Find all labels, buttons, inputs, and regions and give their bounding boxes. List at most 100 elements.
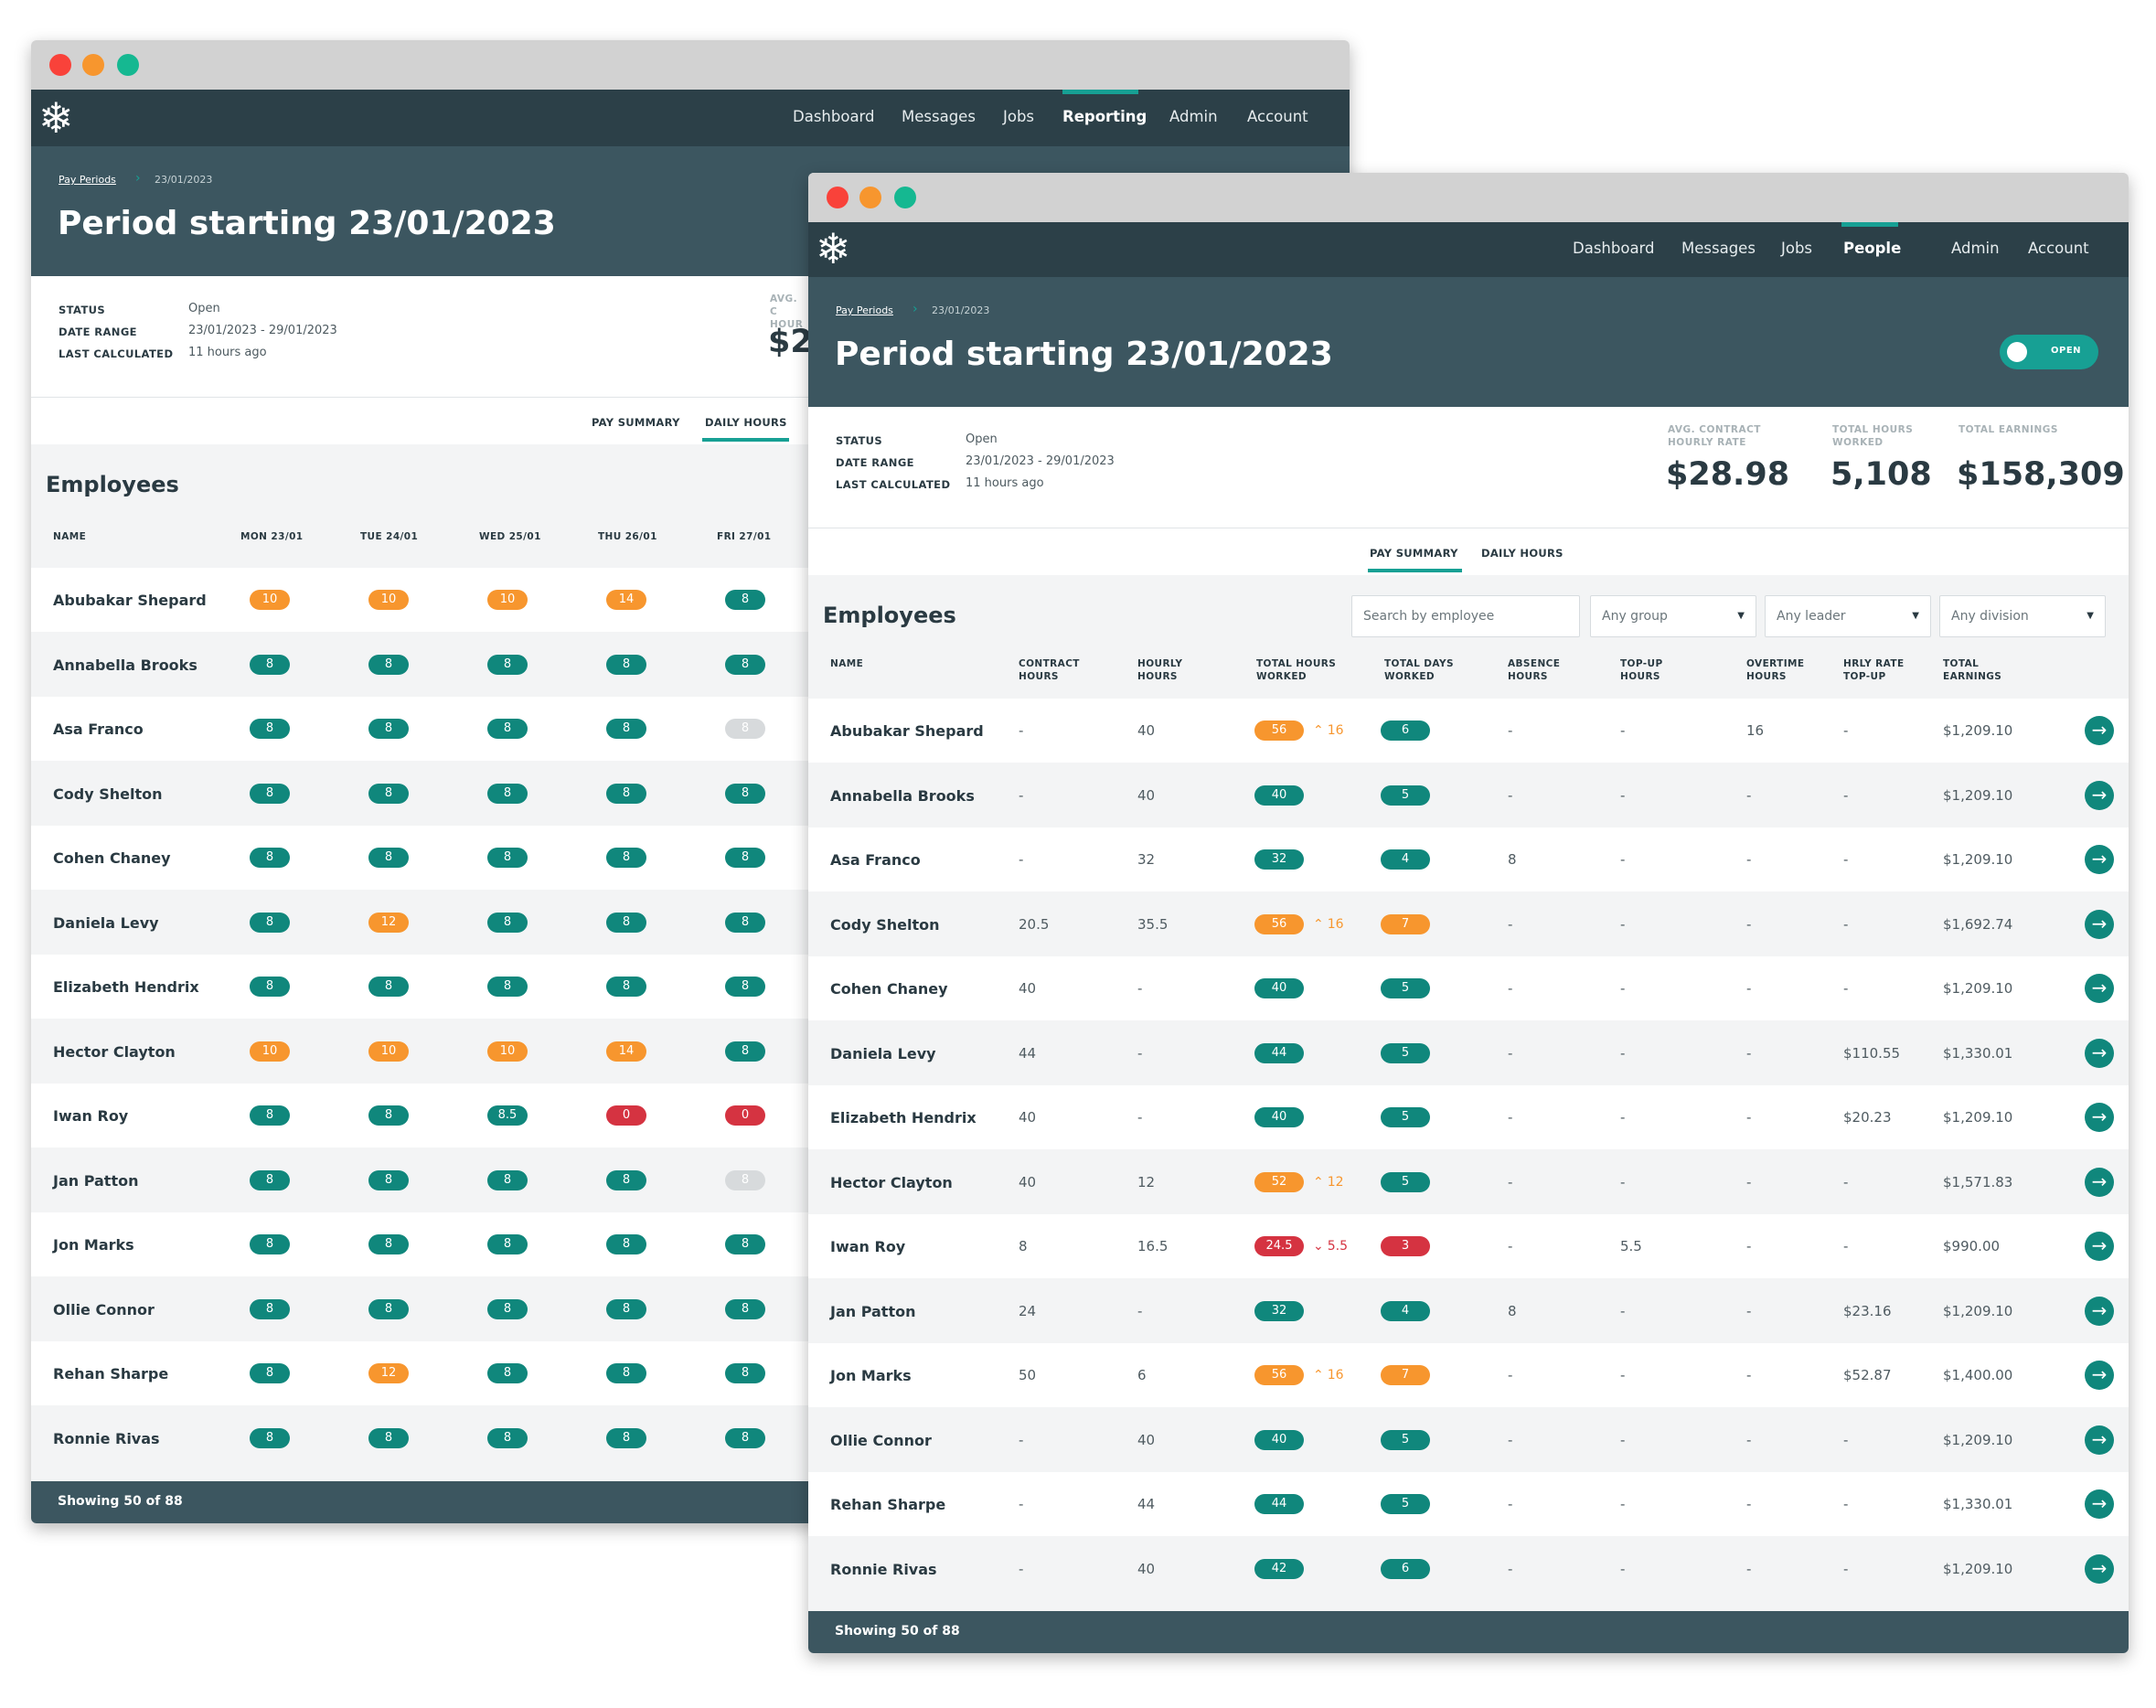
arrow-right-circle-icon[interactable]: → (2085, 1489, 2114, 1519)
snowflake-icon[interactable]: ❄ (816, 228, 851, 270)
employee-name[interactable]: Ollie Connor (53, 1301, 155, 1318)
nav-reporting[interactable]: Reporting (1062, 108, 1147, 125)
employee-name[interactable]: Elizabeth Hendrix (830, 1109, 977, 1126)
employee-name[interactable]: Cody Shelton (53, 785, 162, 803)
employee-name[interactable]: Ronnie Rivas (830, 1561, 937, 1578)
arrow-right-circle-icon[interactable]: → (2085, 716, 2114, 745)
group-select[interactable]: Any group ▼ (1590, 595, 1756, 637)
breadcrumb-pay-periods[interactable]: Pay Periods (59, 174, 116, 186)
breadcrumb-pay-periods[interactable]: Pay Periods (836, 304, 893, 316)
rate-topup: - (1843, 1431, 1849, 1448)
snowflake-icon[interactable]: ❄ (38, 97, 74, 139)
nav-messages[interactable]: Messages (1681, 240, 1756, 257)
tab-daily-hours[interactable]: DAILY HOURS (1481, 547, 1564, 560)
arrow-right-circle-icon[interactable]: → (2085, 1167, 2114, 1197)
employee-name[interactable]: Daniela Levy (53, 914, 159, 932)
employee-name[interactable]: Hector Clayton (53, 1043, 176, 1061)
employee-name[interactable]: Jan Patton (830, 1303, 915, 1320)
employee-name[interactable]: Cohen Chaney (53, 849, 171, 867)
table-row[interactable]: Ollie Connor - 40 40 5 - - - - $1,209.10 → (808, 1408, 2129, 1472)
nav-messages[interactable]: Messages (902, 108, 976, 125)
close-window-button[interactable] (827, 187, 849, 208)
last-calculated-value: 11 hours ago (966, 476, 1044, 490)
contract-hours: 20.5 (1019, 915, 1050, 933)
employee-name[interactable]: Asa Franco (830, 851, 921, 869)
table-row[interactable]: Daniela Levy 44 - 44 5 - - - $110.55 $1,330.01 → (808, 1021, 2129, 1085)
employee-name[interactable]: Daniela Levy (830, 1045, 936, 1062)
employee-name[interactable]: Annabella Brooks (830, 787, 975, 805)
nav-active-indicator (1841, 222, 1898, 227)
employee-name[interactable]: Ronnie Rivas (53, 1430, 160, 1447)
table-row[interactable]: Ronnie Rivas - 40 42 6 - - - - $1,209.10 → (808, 1537, 2129, 1601)
nav-account[interactable]: Account (2028, 240, 2089, 257)
maximize-window-button[interactable] (894, 187, 916, 208)
tab-pay-summary[interactable]: PAY SUMMARY (592, 416, 680, 429)
arrow-right-circle-icon[interactable]: → (2085, 1296, 2114, 1326)
search-input[interactable]: Search by employee (1351, 595, 1580, 637)
nav-jobs[interactable]: Jobs (1781, 240, 1812, 257)
minimize-window-button[interactable] (82, 54, 104, 76)
employee-name[interactable]: Abubakar Shepard (53, 592, 207, 609)
division-select[interactable]: Any division ▼ (1939, 595, 2106, 637)
employee-name[interactable]: Annabella Brooks (53, 657, 197, 674)
column-header: THU 26/01 (598, 531, 657, 542)
employee-name[interactable]: Iwan Roy (53, 1107, 128, 1125)
table-row[interactable]: Asa Franco - 32 32 4 8 - - - $1,209.10 → (808, 827, 2129, 891)
period-open-toggle[interactable]: OPEN (2000, 335, 2098, 369)
page-header: Pay Periods › 23/01/2023 Period starting… (808, 277, 2129, 407)
table-row[interactable]: Cody Shelton 20.5 35.5 56 ⌃ 16 7 - - - - $1,692.74 → (808, 892, 2129, 956)
employee-name[interactable]: Elizabeth Hendrix (53, 978, 199, 996)
employee-name[interactable]: Rehan Sharpe (830, 1496, 945, 1513)
employee-name[interactable]: Cody Shelton (830, 916, 939, 934)
hours-pill: 8 (368, 719, 409, 739)
table-row[interactable]: Jan Patton 24 - 32 4 8 - - $23.16 $1,209.10 → (808, 1279, 2129, 1343)
table-row[interactable]: Iwan Roy 8 16.5 24.5 ⌄ 5.5 3-5.5- - $990.00 → (808, 1214, 2129, 1278)
employee-name[interactable]: Abubakar Shepard (830, 722, 984, 740)
arrow-right-circle-icon[interactable]: → (2085, 780, 2114, 810)
table-row[interactable]: Abubakar Shepard -40 56 ⌃ 16 6- -16- $1,209.10 → (808, 699, 2129, 763)
employee-name[interactable]: Jan Patton (53, 1172, 138, 1190)
employee-name[interactable]: Jon Marks (830, 1367, 912, 1384)
hours-pill: 8 (487, 1363, 528, 1383)
table-row[interactable]: Hector Clayton 40 12 52 ⌃ 12 5- - - - $1,571.83 → (808, 1150, 2129, 1214)
employee-name[interactable]: Asa Franco (53, 721, 144, 738)
nav-admin[interactable]: Admin (1169, 108, 1218, 125)
arrow-right-circle-icon[interactable]: → (2085, 909, 2114, 939)
employee-name[interactable]: Ollie Connor (830, 1432, 932, 1449)
nav-account[interactable]: Account (1247, 108, 1308, 125)
maximize-window-button[interactable] (117, 54, 139, 76)
topup-hours: - (1620, 1496, 1626, 1512)
employee-name[interactable]: Hector Clayton (830, 1174, 953, 1191)
table-row[interactable]: Jon Marks 50 6 56 ⌃ 16 7 - - - $52.87 $1,400.00 → (808, 1343, 2129, 1407)
hours-pill: 8 (250, 1169, 290, 1190)
table-row[interactable]: Elizabeth Hendrix 40 - 40 5 - - - $20.23 $1,209.1… (808, 1085, 2129, 1149)
leader-select[interactable]: Any leader ▼ (1765, 595, 1931, 637)
arrow-right-circle-icon[interactable]: → (2085, 1038, 2114, 1068)
table-row[interactable]: Rehan Sharpe - 44 44 5 - - - - $1,330.01 → (808, 1472, 2129, 1536)
overtime-delta: ⌄ 5.5 (1313, 1239, 1348, 1254)
nav-dashboard[interactable]: Dashboard (1573, 240, 1655, 257)
hourly-hours: 40 (1137, 1431, 1156, 1448)
arrow-right-circle-icon[interactable]: → (2085, 1553, 2114, 1584)
arrow-right-circle-icon[interactable]: → (2085, 845, 2114, 874)
rate-topup: - (1843, 1560, 1849, 1577)
nav-admin[interactable]: Admin (1951, 240, 2000, 257)
nav-jobs[interactable]: Jobs (1003, 108, 1034, 125)
employee-name[interactable]: Cohen Chaney (830, 980, 948, 998)
arrow-right-circle-icon[interactable]: → (2085, 974, 2114, 1003)
tab-pay-summary[interactable]: PAY SUMMARY (1370, 547, 1458, 560)
nav-dashboard[interactable]: Dashboard (793, 108, 875, 125)
employee-name[interactable]: Rehan Sharpe (53, 1365, 168, 1382)
arrow-right-circle-icon[interactable]: → (2085, 1361, 2114, 1390)
nav-people[interactable]: People (1843, 240, 1901, 257)
employee-name[interactable]: Jon Marks (53, 1236, 134, 1254)
close-window-button[interactable] (49, 54, 71, 76)
table-row[interactable]: Annabella Brooks - 40 40 5 - - - - $1,209.10 → (808, 763, 2129, 827)
arrow-right-circle-icon[interactable]: → (2085, 1103, 2114, 1132)
tab-daily-hours[interactable]: DAILY HOURS (705, 416, 787, 429)
table-row[interactable]: Cohen Chaney 40 - 40 5 - - - - $1,209.10 → (808, 956, 2129, 1020)
minimize-window-button[interactable] (859, 187, 881, 208)
employee-name[interactable]: Iwan Roy (830, 1238, 905, 1255)
arrow-right-circle-icon[interactable]: → (2085, 1425, 2114, 1455)
arrow-right-circle-icon[interactable]: → (2085, 1232, 2114, 1261)
